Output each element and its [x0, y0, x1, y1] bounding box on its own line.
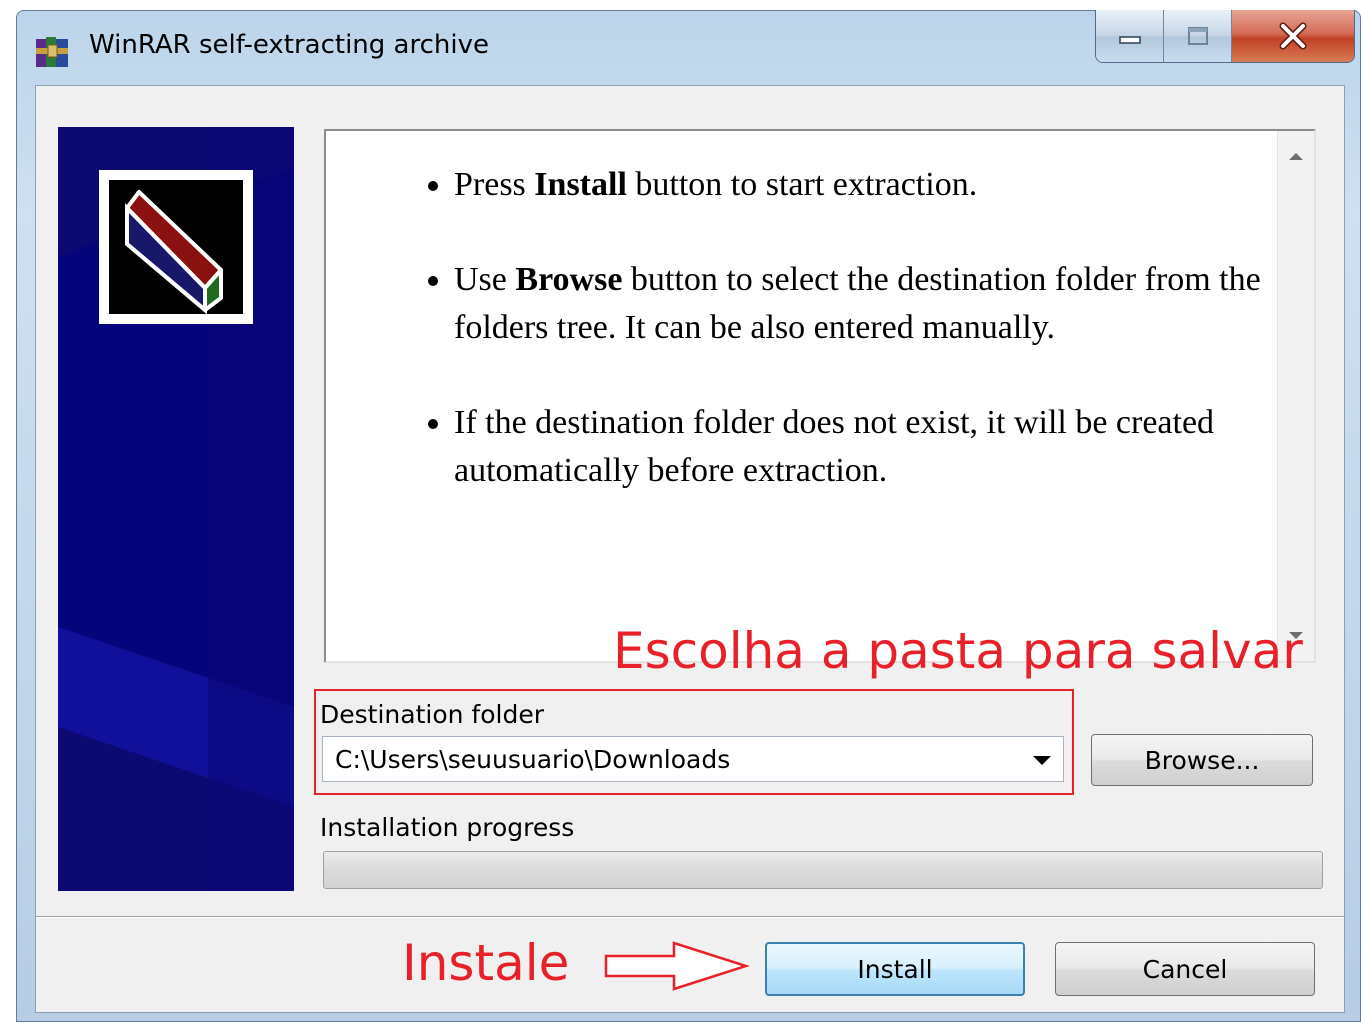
annotation-highlight-box	[314, 689, 1074, 795]
winrar-books-icon	[36, 37, 68, 67]
browse-button[interactable]: Browse...	[1091, 734, 1313, 786]
instructions-scrollbar[interactable]	[1277, 131, 1314, 661]
annotation-arrow-icon	[604, 941, 750, 991]
instructions-panel: Press Install button to start extraction…	[324, 129, 1316, 663]
installer-banner	[58, 127, 294, 891]
installation-progress-bar	[323, 851, 1323, 889]
install-button[interactable]: Install	[765, 942, 1025, 996]
minimize-icon	[1118, 36, 1141, 44]
button-separator	[36, 916, 1344, 918]
window-title: WinRAR self-extracting archive	[89, 30, 489, 60]
annotation-choose-folder: Escolha a pasta para salvar	[613, 622, 1303, 680]
instruction-item: Press Install button to start extraction…	[454, 161, 1294, 209]
instructions-list: Press Install button to start extraction…	[416, 161, 1294, 542]
window-controls	[1095, 10, 1355, 63]
installer-window: WinRAR self-extracting archive • Press I…	[16, 10, 1361, 1022]
cancel-button[interactable]: Cancel	[1055, 942, 1315, 996]
close-icon	[1279, 22, 1307, 50]
instruction-item: If the destination folder does not exist…	[454, 399, 1294, 495]
annotation-install: Instale	[402, 934, 570, 992]
scroll-up-icon[interactable]	[1289, 153, 1303, 160]
installation-progress-label: Installation progress	[320, 813, 575, 842]
minimize-button[interactable]	[1096, 10, 1164, 62]
archive-box-icon	[125, 190, 223, 315]
close-button[interactable]	[1232, 10, 1354, 62]
instruction-item: Use Browse button to select the destinat…	[454, 256, 1294, 352]
logo-frame	[99, 170, 253, 324]
maximize-icon	[1187, 27, 1208, 45]
maximize-button[interactable]	[1164, 10, 1232, 62]
dialog-client-area: Press Install button to start extraction…	[35, 85, 1345, 1013]
